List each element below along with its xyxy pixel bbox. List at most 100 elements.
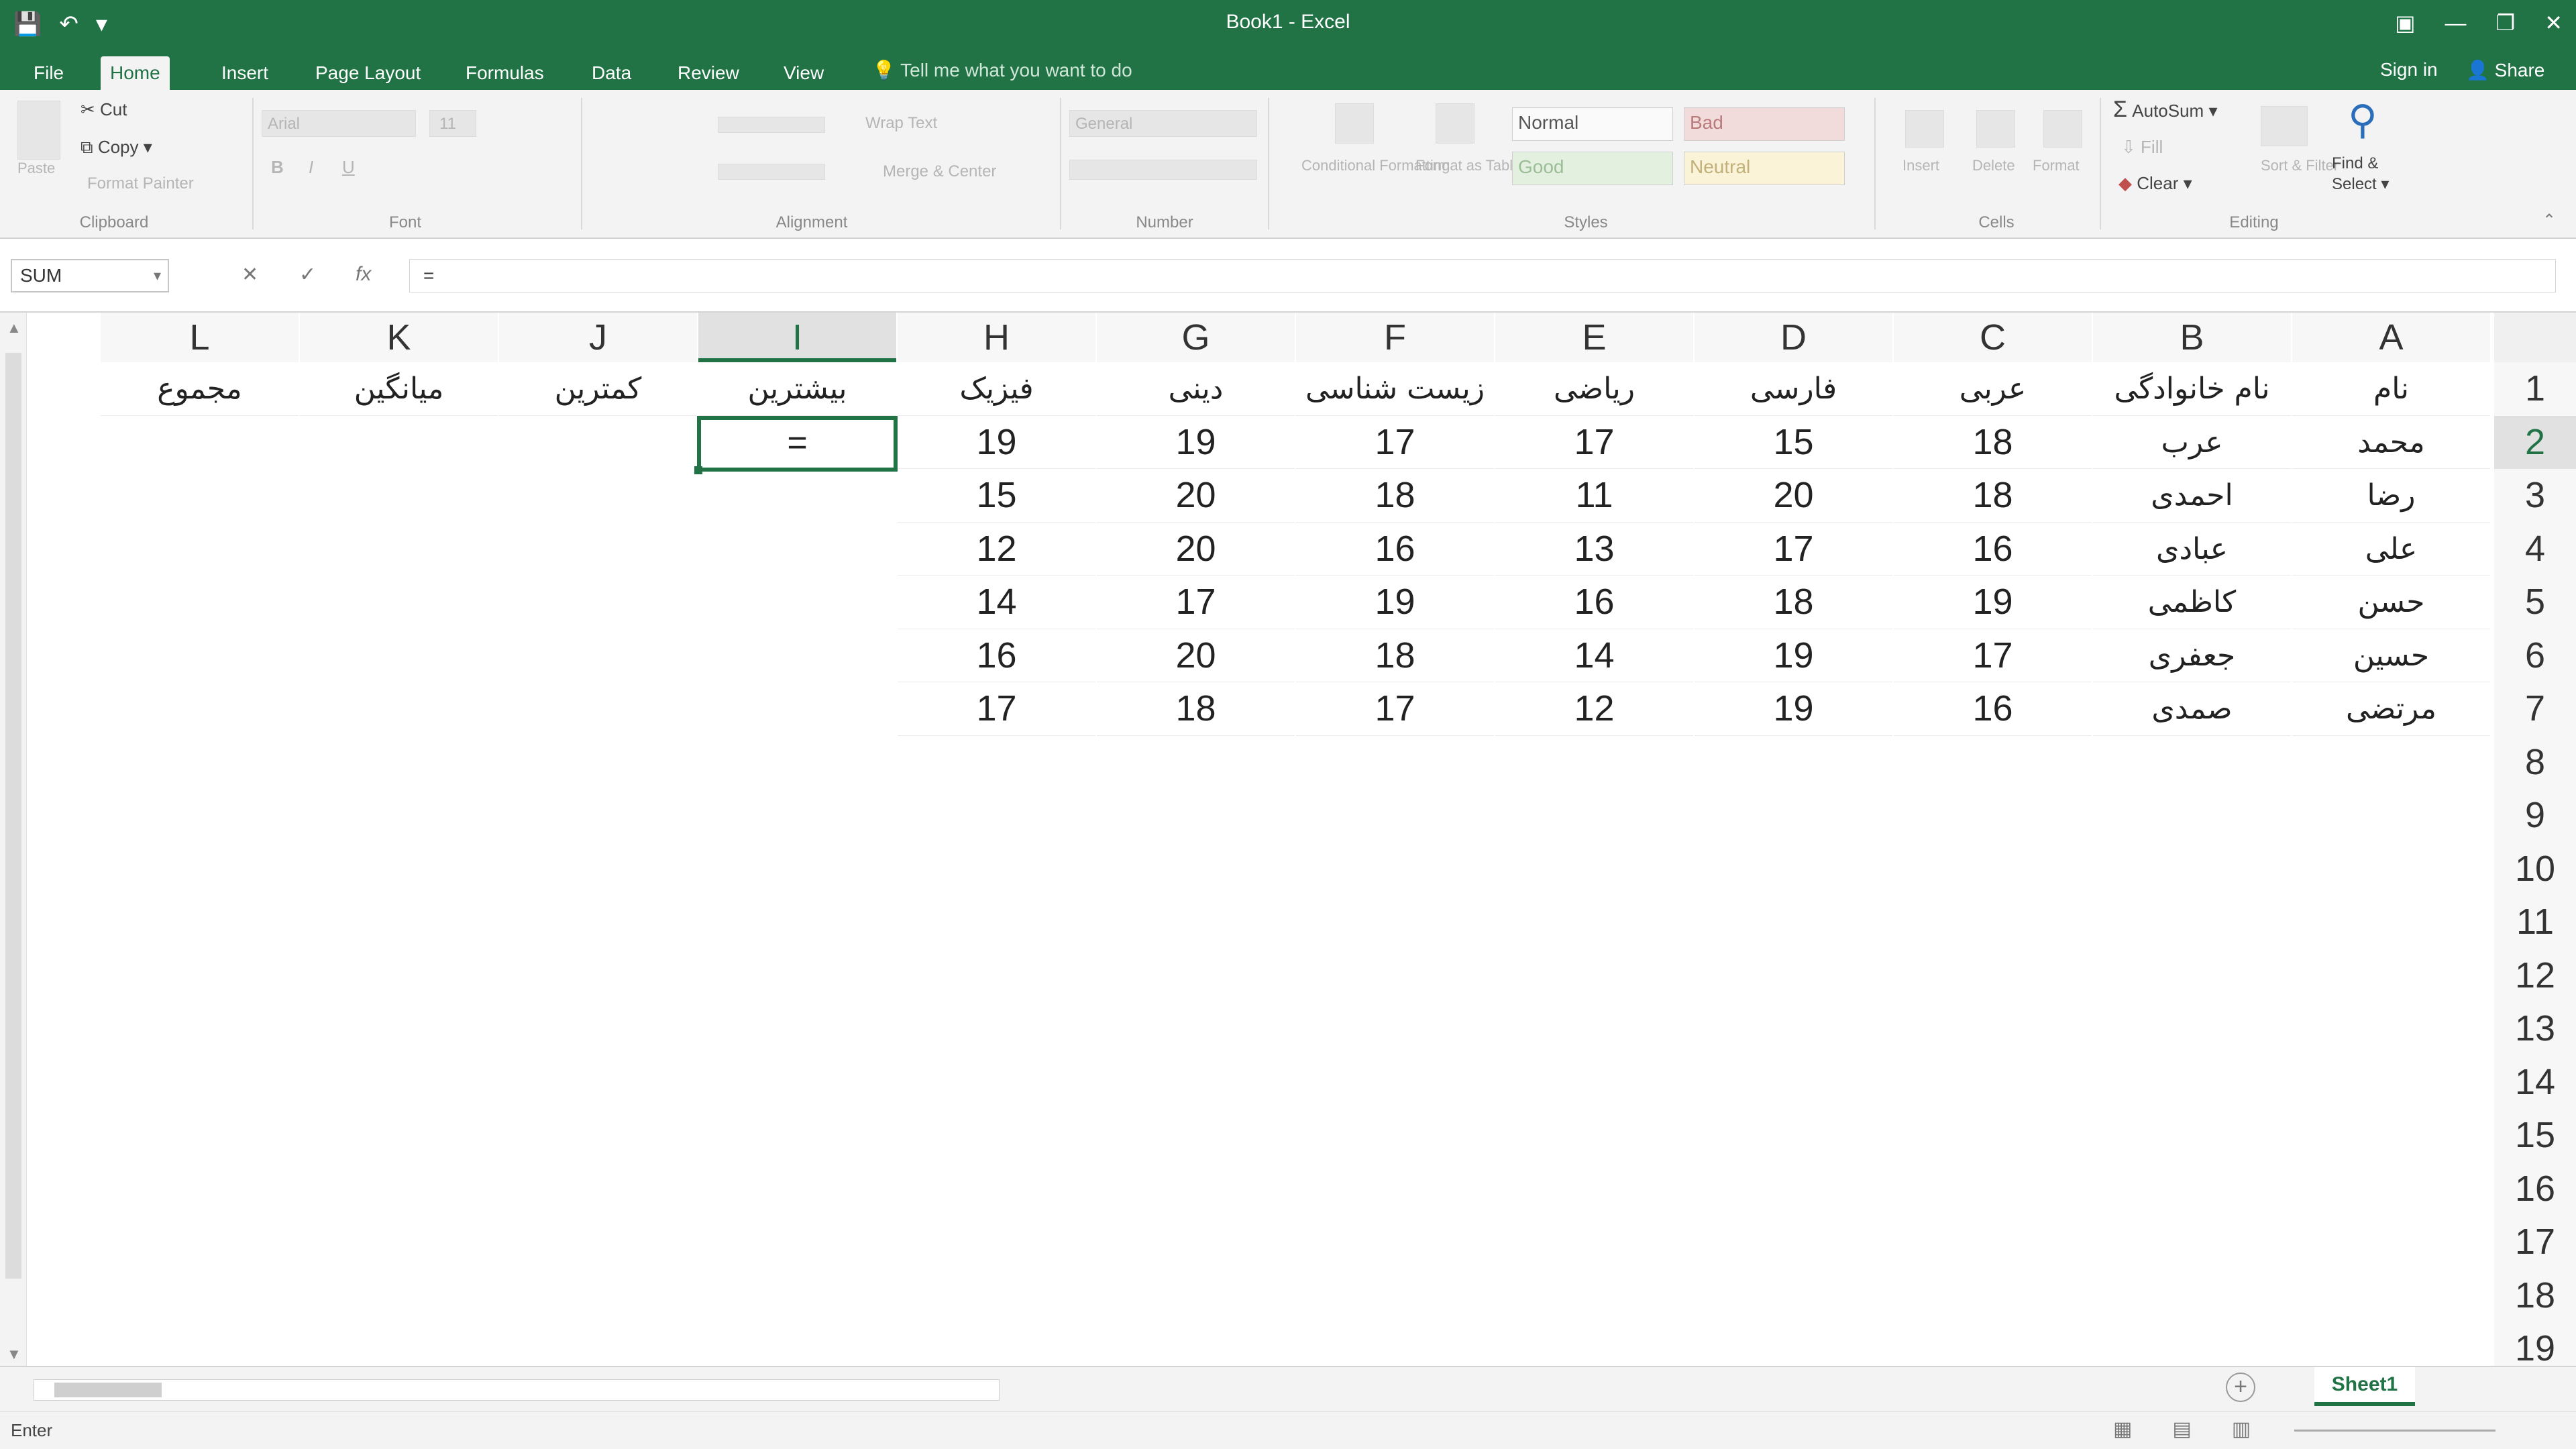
minimize-button[interactable]: —	[2445, 11, 2467, 36]
cell-l1[interactable]: مجموع	[101, 362, 299, 416]
row-header-8[interactable]: 8	[2494, 735, 2576, 789]
cell-c6[interactable]: 17	[1894, 629, 2092, 682]
paste-button[interactable]: Paste	[17, 160, 55, 177]
magnifier-icon[interactable]: ⚲	[2348, 97, 2377, 144]
cell-a2[interactable]: محمد	[2292, 416, 2490, 469]
cell-b2[interactable]: عرب	[2093, 416, 2291, 469]
page-layout-view-icon[interactable]: ▤	[2172, 1417, 2191, 1441]
collapse-ribbon-icon[interactable]: ⌃	[2542, 211, 2556, 230]
row-header-7[interactable]: 7	[2494, 682, 2576, 736]
row-header-18[interactable]: 18	[2494, 1269, 2576, 1322]
cell-k1[interactable]: میانگین	[300, 362, 498, 416]
scroll-up-icon[interactable]: ▲	[7, 319, 21, 337]
cell-h4[interactable]: 12	[898, 523, 1095, 576]
insert-cells-button[interactable]: Insert	[1902, 157, 1939, 174]
active-cell-i2[interactable]: =	[694, 415, 898, 474]
cell-j1[interactable]: کمترین	[499, 362, 697, 416]
clear-button[interactable]: ◆ Clear ▾	[2118, 173, 2192, 194]
cell-c4[interactable]: 16	[1894, 523, 2092, 576]
copy-button[interactable]: ⧉ Copy ▾	[80, 137, 152, 158]
row-header-9[interactable]: 9	[2494, 789, 2576, 843]
conditional-formatting-icon[interactable]	[1335, 103, 1374, 144]
cell-g2[interactable]: 19	[1097, 416, 1295, 469]
cell-c5[interactable]: 19	[1894, 576, 2092, 629]
new-sheet-icon[interactable]: +	[2226, 1373, 2255, 1402]
tab-data[interactable]: Data	[582, 56, 641, 90]
cell-h7[interactable]: 17	[898, 682, 1095, 736]
cell-f5[interactable]: 19	[1296, 576, 1494, 629]
format-cells-icon[interactable]	[2043, 110, 2082, 148]
cell-a1[interactable]: نام	[2292, 362, 2490, 416]
cell-b5[interactable]: کاظمی	[2093, 576, 2291, 629]
find-select-label-1[interactable]: Find &	[2332, 154, 2378, 173]
cell-e7[interactable]: 12	[1495, 682, 1693, 736]
cell-c2[interactable]: 18	[1894, 416, 2092, 469]
insert-function-icon[interactable]: fx	[356, 263, 371, 286]
align-top-icons[interactable]	[718, 117, 825, 133]
format-as-table-icon[interactable]	[1436, 103, 1474, 144]
sort-filter-button[interactable]: Sort & Filter	[2261, 157, 2339, 174]
cell-d4[interactable]: 17	[1695, 523, 1892, 576]
tab-view[interactable]: View	[774, 56, 833, 90]
cell-g4[interactable]: 20	[1097, 523, 1295, 576]
row-header-5[interactable]: 5	[2494, 576, 2576, 629]
cell-a4[interactable]: علی	[2292, 523, 2490, 576]
save-icon[interactable]: 💾	[13, 11, 42, 38]
cell-d3[interactable]: 20	[1695, 469, 1892, 523]
cell-e1[interactable]: ریاضی	[1495, 362, 1693, 416]
cell-e3[interactable]: 11	[1495, 469, 1693, 523]
tab-formulas[interactable]: Formulas	[456, 56, 553, 90]
cell-h6[interactable]: 16	[898, 629, 1095, 682]
column-header-f[interactable]: F	[1296, 313, 1494, 362]
tell-me-box[interactable]: 💡 Tell me what you want to do	[872, 59, 1132, 81]
style-normal[interactable]: Normal	[1512, 107, 1673, 141]
column-header-g[interactable]: G	[1097, 313, 1295, 362]
cell-d1[interactable]: فارسی	[1695, 362, 1892, 416]
column-header-c[interactable]: C	[1894, 313, 2092, 362]
column-header-d[interactable]: D	[1695, 313, 1892, 362]
cell-g3[interactable]: 20	[1097, 469, 1295, 523]
insert-cells-icon[interactable]	[1905, 110, 1944, 148]
enter-entry-icon[interactable]: ✓	[299, 263, 316, 286]
cell-e5[interactable]: 16	[1495, 576, 1693, 629]
formula-input[interactable]: =	[409, 259, 2556, 292]
column-header-k[interactable]: K	[300, 313, 498, 362]
fill-button[interactable]: ⇩ Fill	[2121, 137, 2163, 158]
zoom-slider[interactable]	[2294, 1430, 2496, 1432]
row-header-11[interactable]: 11	[2494, 896, 2576, 949]
cell-f3[interactable]: 18	[1296, 469, 1494, 523]
cell-a3[interactable]: رضا	[2292, 469, 2490, 523]
find-select-button[interactable]: Select ▾	[2332, 174, 2389, 194]
fill-handle[interactable]	[694, 466, 702, 474]
tab-insert[interactable]: Insert	[212, 56, 278, 90]
italic-button[interactable]: I	[309, 157, 313, 178]
row-header-2[interactable]: 2	[2494, 415, 2576, 469]
cell-f1[interactable]: زیست شناسی	[1296, 362, 1494, 416]
tab-page-layout[interactable]: Page Layout	[306, 56, 430, 90]
column-header-a[interactable]: A	[2292, 313, 2490, 362]
cell-d2[interactable]: 15	[1695, 416, 1892, 469]
column-header-h[interactable]: H	[898, 313, 1095, 362]
column-header-b[interactable]: B	[2093, 313, 2291, 362]
row-header-13[interactable]: 13	[2494, 1002, 2576, 1056]
sort-filter-icon[interactable]	[2261, 106, 2308, 146]
cell-f7[interactable]: 17	[1296, 682, 1494, 736]
font-name-select[interactable]: Arial	[262, 110, 416, 137]
cancel-entry-icon[interactable]: ✕	[241, 263, 258, 286]
horizontal-scroll-thumb[interactable]	[54, 1383, 162, 1397]
format-cells-button[interactable]: Format	[2033, 157, 2080, 174]
cell-b3[interactable]: احمدی	[2093, 469, 2291, 523]
share-button[interactable]: 👤 Share	[2466, 59, 2544, 81]
cell-a5[interactable]: حسن	[2292, 576, 2490, 629]
align-center-icons[interactable]	[718, 164, 825, 180]
delete-cells-button[interactable]: Delete	[1972, 157, 2015, 174]
cell-i1[interactable]: بیشترین	[698, 362, 896, 416]
select-all-corner[interactable]	[2494, 313, 2576, 362]
tab-home[interactable]: Home	[101, 56, 170, 90]
cell-h1[interactable]: فیزیک	[898, 362, 1095, 416]
format-painter-button[interactable]: Format Painter	[87, 174, 194, 193]
normal-view-icon[interactable]: ▦	[2113, 1417, 2132, 1441]
cell-a7[interactable]: مرتضی	[2292, 682, 2490, 736]
column-header-i[interactable]: I	[698, 313, 896, 362]
row-header-14[interactable]: 14	[2494, 1055, 2576, 1109]
